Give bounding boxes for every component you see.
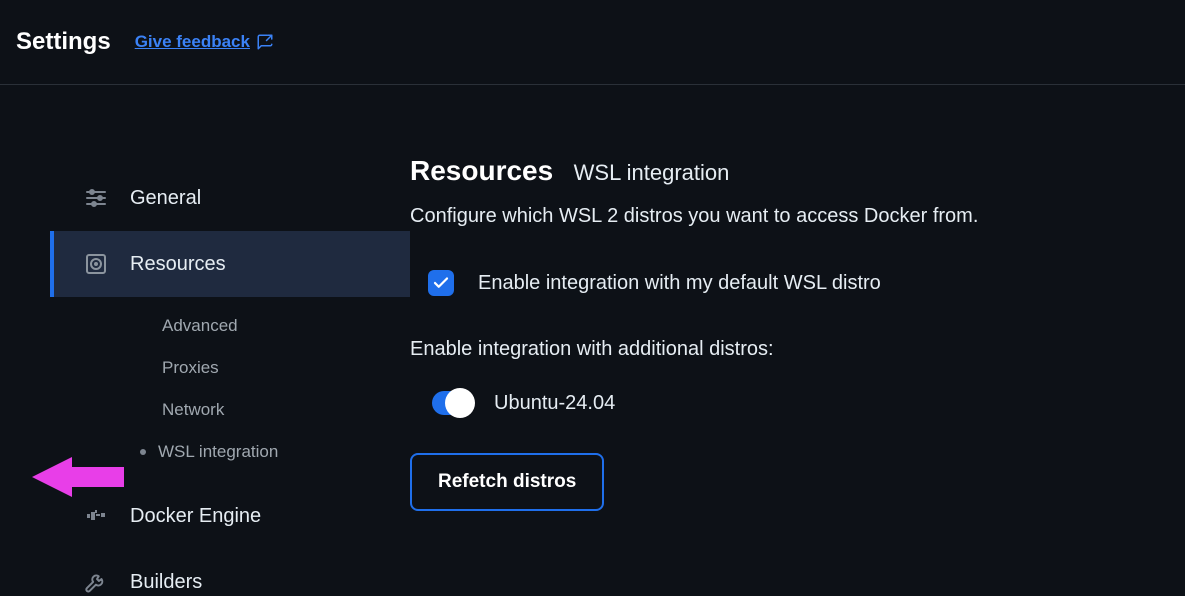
sliders-icon <box>84 186 108 210</box>
sidebar-subitem-proxies[interactable]: Proxies <box>50 347 410 389</box>
settings-main: Resources WSL integration Configure whic… <box>410 85 1185 596</box>
distro-name: Ubuntu-24.04 <box>494 392 615 415</box>
section-subtitle: WSL integration <box>574 160 730 186</box>
sub-item-label: Advanced <box>162 316 238 336</box>
distro-toggle[interactable] <box>432 391 472 415</box>
resources-subnav: Advanced Proxies Network WSL integration <box>50 297 410 483</box>
default-distro-row: Enable integration with my default WSL d… <box>410 270 1165 296</box>
disk-icon <box>84 252 108 276</box>
sub-item-label: WSL integration <box>158 442 278 462</box>
sidebar-item-resources[interactable]: Resources <box>50 231 410 297</box>
page-title: Settings <box>16 28 111 56</box>
check-icon <box>432 274 450 292</box>
sidebar-item-general[interactable]: General <box>50 165 410 231</box>
sidebar-item-label: Resources <box>130 253 410 276</box>
sidebar-item-label: Builders <box>130 571 410 594</box>
sidebar-item-builders[interactable]: Builders <box>50 549 410 596</box>
sidebar-item-docker-engine[interactable]: Docker Engine <box>50 483 410 549</box>
settings-header: Settings Give feedback <box>0 0 1185 85</box>
sub-item-label: Proxies <box>162 358 219 378</box>
settings-sidebar: General Resources Advanced Proxies Netwo… <box>0 85 410 596</box>
sidebar-subitem-advanced[interactable]: Advanced <box>50 305 410 347</box>
default-distro-label: Enable integration with my default WSL d… <box>478 272 881 295</box>
sidebar-subitem-network[interactable]: Network <box>50 389 410 431</box>
sub-item-label: Network <box>162 400 224 420</box>
section-title: Resources <box>410 155 553 187</box>
give-feedback-link[interactable]: Give feedback <box>135 32 274 52</box>
additional-distros-label: Enable integration with additional distr… <box>410 338 1165 361</box>
sidebar-item-label: General <box>130 187 410 210</box>
sidebar-subitem-wsl-integration[interactable]: WSL integration <box>50 431 410 473</box>
sidebar-item-label: Docker Engine <box>130 505 410 528</box>
default-distro-checkbox[interactable] <box>428 270 454 296</box>
distro-row: Ubuntu-24.04 <box>410 391 1165 415</box>
feedback-link-label: Give feedback <box>135 32 250 52</box>
feedback-icon <box>256 33 274 51</box>
wrench-icon <box>84 570 108 594</box>
refetch-distros-button[interactable]: Refetch distros <box>410 453 604 511</box>
engine-icon <box>84 504 108 528</box>
active-dot-icon <box>140 449 146 455</box>
section-description: Configure which WSL 2 distros you want t… <box>410 205 1165 228</box>
